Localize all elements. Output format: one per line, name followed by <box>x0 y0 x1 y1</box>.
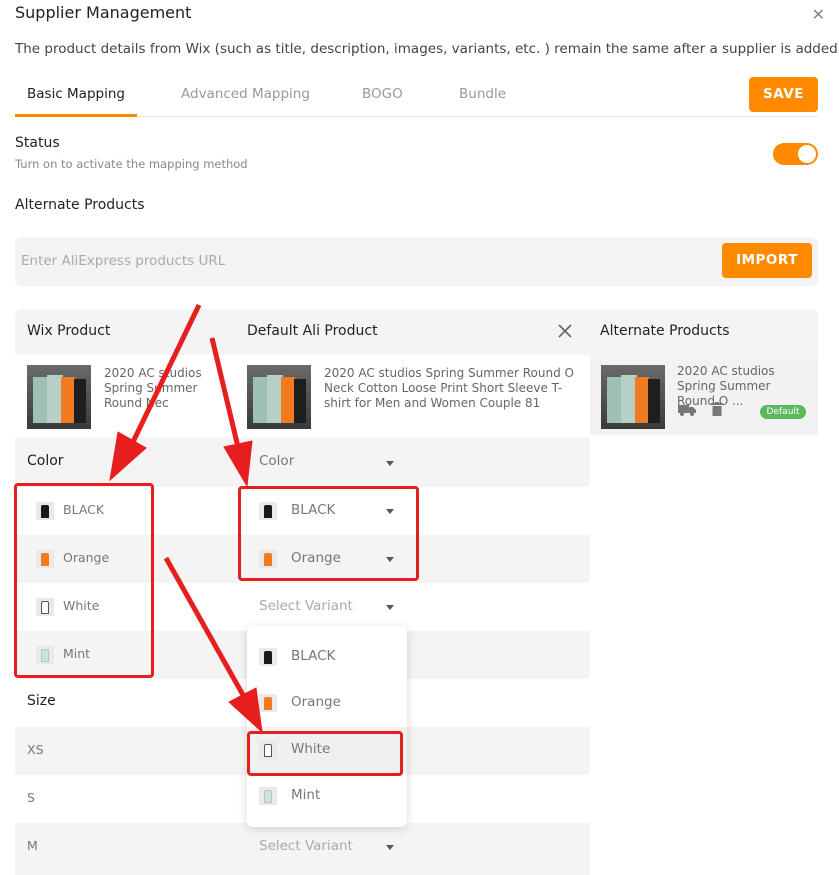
wix-variant-label: S <box>27 790 35 805</box>
truck-icon[interactable] <box>678 404 696 416</box>
save-button[interactable]: SAVE <box>749 77 818 112</box>
size-label: Size <box>27 693 56 709</box>
alternate-product-image <box>601 365 665 429</box>
col-header-default: Default Ali Product <box>247 323 378 339</box>
tab-advanced-mapping[interactable]: Advanced Mapping <box>181 86 310 102</box>
description-text: The product details from Wix (such as ti… <box>15 41 839 57</box>
product-row: 2020 AC studios Spring Summer Round Nec … <box>15 355 590 437</box>
default-product-title: 2020 AC studios Spring Summer Round O Ne… <box>324 366 574 410</box>
white-option-highlight <box>247 731 403 776</box>
chevron-down-icon <box>386 461 394 466</box>
dropdown-option[interactable]: Orange <box>247 680 407 726</box>
tab-bar: Basic Mapping Advanced Mapping BOGO Bund… <box>15 75 818 117</box>
active-tab-indicator <box>15 114 137 117</box>
color-label: Color <box>27 453 64 469</box>
status-label: Status <box>15 135 60 151</box>
wix-variant-label: XS <box>27 742 44 757</box>
dropdown-option[interactable]: BLACK <box>247 634 407 680</box>
black-swatch-icon <box>259 648 277 666</box>
variant-dropdown: BLACK Orange White Mint <box>247 626 407 827</box>
chevron-down-icon <box>386 845 394 850</box>
trash-icon[interactable] <box>711 402 723 416</box>
default-product-image <box>247 365 311 429</box>
alternate-product-title: 2020 AC studios Spring Summer Round O ..… <box>677 364 775 408</box>
wix-product-title: 2020 AC studios Spring Summer Round Nec <box>104 366 202 410</box>
default-badge: Default <box>760 405 806 419</box>
mint-swatch-icon <box>259 787 277 805</box>
wix-product-image <box>27 365 91 429</box>
url-bar: IMPORT <box>15 237 818 286</box>
tab-bogo[interactable]: BOGO <box>362 86 403 102</box>
tab-bundle[interactable]: Bundle <box>459 86 506 102</box>
status-hint: Turn on to activate the mapping method <box>15 157 248 171</box>
wix-variant-label: M <box>27 838 38 853</box>
variant-select[interactable]: Select Variant <box>259 598 353 614</box>
dropdown-option[interactable]: Mint <box>247 773 407 819</box>
remove-default-icon[interactable] <box>557 323 573 339</box>
status-toggle[interactable] <box>773 143 818 165</box>
col-header-wix: Wix Product <box>27 323 111 339</box>
table-row: M Select Variant <box>15 823 590 871</box>
page-title: Supplier Management <box>15 3 192 22</box>
dropdown-option-label: Mint <box>291 787 321 803</box>
alternate-products-heading: Alternate Products <box>15 197 145 213</box>
color-select[interactable]: Color <box>259 453 294 469</box>
mapped-variants-highlight <box>238 486 419 581</box>
variant-select[interactable]: Select Variant <box>259 838 353 854</box>
close-icon[interactable]: ✕ <box>812 5 825 24</box>
dropdown-option-label: Orange <box>291 694 341 710</box>
tab-basic-mapping[interactable]: Basic Mapping <box>27 86 125 102</box>
toggle-knob <box>798 145 816 163</box>
import-button[interactable]: IMPORT <box>722 243 812 278</box>
col-header-alternate: Alternate Products <box>600 323 730 339</box>
wix-variants-highlight <box>14 483 154 678</box>
orange-swatch-icon <box>259 694 277 712</box>
dropdown-option-label: BLACK <box>291 648 336 664</box>
aliexpress-url-input[interactable] <box>21 246 711 276</box>
alternate-product-row[interactable]: 2020 AC studios Spring Summer Round O ..… <box>590 355 818 435</box>
chevron-down-icon <box>386 605 394 610</box>
